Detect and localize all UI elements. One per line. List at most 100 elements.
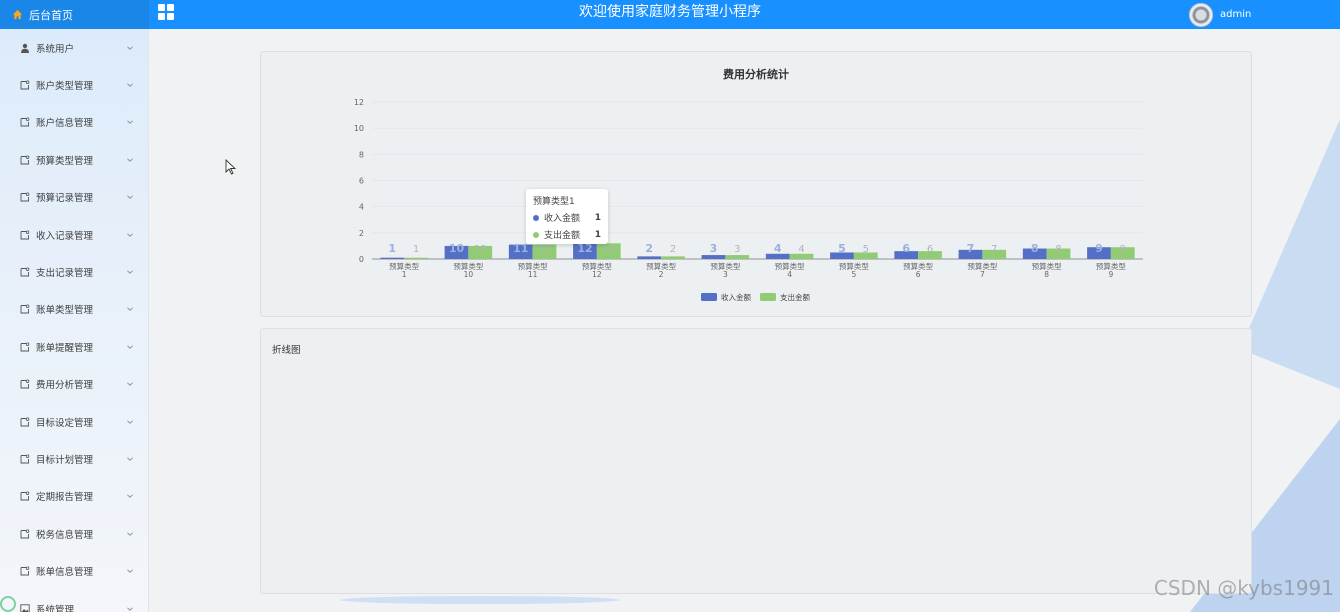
- y-tick-label: 2: [359, 229, 364, 238]
- bar-data-label: 12: [602, 244, 615, 255]
- y-tick-label: 0: [359, 255, 364, 264]
- image-icon: [20, 603, 30, 612]
- sidebar-item[interactable]: 收入记录管理: [0, 216, 148, 253]
- top-header: 后台首页 欢迎使用家庭财务管理小程序 admin: [0, 0, 1340, 29]
- home-link[interactable]: 后台首页: [0, 0, 149, 29]
- menu-toggle-grid-icon[interactable]: [158, 4, 174, 20]
- sidebar-item-label: 收入记录管理: [36, 230, 94, 242]
- bar-data-label: 6: [927, 244, 933, 255]
- y-tick-label: 12: [354, 98, 364, 107]
- sidebar-item[interactable]: 账户类型管理: [0, 66, 148, 103]
- bar-data-label: 2: [670, 244, 676, 255]
- bar: [380, 257, 405, 259]
- bar-chart: 0246810121 1预算类型 110 10预算类型 1011 11预算类型 1112 12…: [354, 98, 1143, 302]
- sidebar-item-label: 账户类型管理: [36, 81, 94, 93]
- bar-data-label: 6: [902, 242, 910, 255]
- sidebar-item[interactable]: 账单信息管理: [0, 552, 148, 589]
- chevron-down-icon: [126, 343, 134, 351]
- bar: [701, 255, 726, 259]
- note-icon: [20, 417, 30, 427]
- sidebar-item[interactable]: 费用分析管理: [0, 366, 148, 403]
- note-icon: [20, 80, 30, 90]
- legend-swatch: [701, 293, 717, 301]
- bar-data-label: 7: [967, 242, 975, 255]
- sidebar-item[interactable]: 账单提醒管理: [0, 328, 148, 365]
- tooltip-value: 1: [594, 229, 601, 240]
- chevron-down-icon: [126, 567, 134, 575]
- sidebar-item-label: 账单提醒管理: [36, 342, 94, 354]
- sidebar-item-label: 系统用户: [36, 43, 75, 55]
- bar-data-label: 11: [513, 242, 528, 255]
- x-tick-label: 预算类型 3: [710, 261, 740, 279]
- bar: [637, 256, 662, 259]
- bar-data-label: 2: [645, 242, 653, 255]
- x-tick-label: 预算类型 9: [1096, 261, 1126, 279]
- sidebar-item[interactable]: 账户信息管理: [0, 104, 148, 141]
- bar-data-label: 11: [538, 244, 551, 255]
- chevron-down-icon: [126, 118, 134, 126]
- bar-data-label: 3: [710, 242, 718, 255]
- x-tick-label: 预算类型 6: [903, 261, 933, 279]
- bar: [404, 257, 428, 259]
- bar-data-label: 8: [1055, 244, 1061, 255]
- sidebar-item-label: 预算类型管理: [36, 155, 94, 167]
- bar-data-label: 3: [734, 244, 740, 255]
- sidebar-item[interactable]: 系统管理: [0, 590, 148, 612]
- chevron-down-icon: [126, 492, 134, 500]
- sidebar-item[interactable]: 目标设定管理: [0, 403, 148, 440]
- note-icon: [20, 304, 30, 314]
- bar-data-label: 1: [388, 242, 396, 255]
- line-chart-title: 折线图: [272, 345, 301, 356]
- bar: [661, 256, 685, 259]
- sidebar-item[interactable]: 系统用户: [0, 29, 148, 66]
- tooltip-value: 1: [594, 212, 601, 223]
- mouse-cursor-icon: [225, 159, 237, 175]
- sidebar-item[interactable]: 预算记录管理: [0, 179, 148, 216]
- chevron-down-icon: [126, 156, 134, 164]
- y-tick-label: 6: [359, 177, 364, 186]
- bar: [725, 255, 750, 259]
- bar-data-label: 4: [798, 244, 804, 255]
- chevron-down-icon: [126, 530, 134, 538]
- bar-data-label: 10: [474, 244, 487, 255]
- y-tick-label: 10: [354, 124, 364, 133]
- sidebar-item-label: 定期报告管理: [36, 492, 94, 504]
- note-icon: [20, 230, 30, 240]
- note-icon: [20, 491, 30, 501]
- user-menu[interactable]: admin: [1189, 0, 1251, 29]
- sidebar-item-label: 系统管理: [36, 604, 75, 612]
- note-icon: [20, 155, 30, 165]
- chevron-down-icon: [126, 380, 134, 388]
- income-dot-icon: [533, 214, 539, 221]
- tooltip-row-expense: 支出金额 1: [533, 228, 601, 241]
- sidebar-item[interactable]: 预算类型管理: [0, 141, 148, 178]
- note-icon: [20, 454, 30, 464]
- expense-dot-icon: [533, 231, 539, 238]
- note-icon: [20, 117, 30, 127]
- watermark: CSDN @kybs1991: [1153, 576, 1334, 600]
- x-tick-label: 预算类型 1: [389, 261, 419, 279]
- app-title: 欢迎使用家庭财务管理小程序: [579, 4, 761, 20]
- legend-label: 支出金额: [780, 292, 810, 302]
- chevron-down-icon: [126, 268, 134, 276]
- bar-data-label: 10: [449, 242, 465, 255]
- sidebar-item[interactable]: 支出记录管理: [0, 253, 148, 290]
- y-tick-label: 4: [359, 203, 364, 212]
- avatar[interactable]: [1189, 2, 1213, 27]
- tooltip-title: 预算类型1: [533, 197, 575, 207]
- chevron-down-icon: [126, 44, 134, 52]
- bar-data-label: 8: [1031, 242, 1039, 255]
- x-tick-label: 预算类型 11: [518, 261, 548, 279]
- sidebar-item[interactable]: 定期报告管理: [0, 478, 148, 515]
- note-icon: [20, 529, 30, 539]
- bar-data-label: 1: [413, 244, 419, 255]
- sidebar: 系统用户账户类型管理 账户信息管理 预算类型管理预算记录管理收入记录管理支出记录管理…: [0, 29, 149, 612]
- x-tick-label: 预算类型 7: [967, 261, 997, 279]
- tooltip-label: 收入金额: [544, 214, 581, 224]
- sidebar-item[interactable]: 税务信息管理: [0, 515, 148, 552]
- line-chart-card: 折线图: [260, 328, 1252, 594]
- x-tick-label: 预算类型 4: [775, 261, 805, 279]
- sidebar-item[interactable]: 目标计划管理: [0, 440, 148, 477]
- sidebar-item[interactable]: 账单类型管理: [0, 291, 148, 328]
- sidebar-item-label: 账户信息管理: [36, 118, 94, 130]
